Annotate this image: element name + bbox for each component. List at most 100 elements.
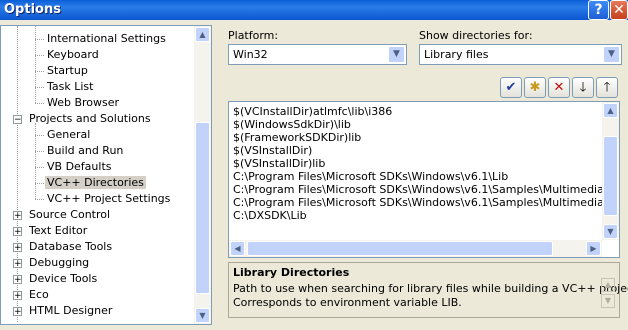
delete-button[interactable]: ✕ [548, 77, 570, 98]
tree-item-label: Projects and Solutions [29, 112, 151, 125]
show-directories-label: Show directories for: [419, 29, 533, 42]
tree-item-label: HTML Designer [29, 304, 113, 317]
close-button[interactable]: ✕ [610, 0, 628, 20]
tree-connector [35, 71, 44, 72]
tree-item-label: Text Editor [29, 224, 88, 237]
scroll-left-button[interactable]: ◀ [230, 241, 245, 256]
new-line-button[interactable]: ✱ [524, 77, 546, 98]
tree-item[interactable]: Debugging [27, 255, 91, 271]
tree-item[interactable]: Database Tools [27, 239, 114, 255]
tree-connector [35, 103, 44, 104]
tree-item-label: VC++ Project Settings [47, 192, 171, 205]
directory-entry[interactable]: C:\DXSDK\Lib [233, 209, 307, 222]
tree-item-label: Source Control [29, 208, 111, 221]
tree-item-label: Startup [47, 64, 88, 77]
expand-icon[interactable]: + [13, 275, 22, 285]
dirs-horizontal-scrollbar[interactable]: ◀ ▶ [229, 240, 602, 257]
directory-entry[interactable]: $(WindowsSdkDir)\lib [233, 118, 351, 131]
expand-icon[interactable]: + [13, 211, 22, 221]
window-title: Options [4, 2, 61, 17]
expand-icon[interactable]: + [13, 291, 22, 301]
description-line: Path to use when searching for library f… [233, 282, 628, 295]
tree-item[interactable]: Device Tools [27, 271, 99, 287]
help-button[interactable]: ? [588, 0, 609, 20]
tree-item[interactable]: Projects and Solutions [27, 111, 153, 127]
directory-entry[interactable]: $(VCInstallDir)atlmfc\lib\i386 [233, 105, 392, 118]
scroll-up-button[interactable]: ▲ [195, 27, 210, 42]
directory-entry[interactable]: $(FrameworkSDKDir)lib [233, 131, 361, 144]
expand-icon[interactable]: + [13, 259, 22, 269]
description-panel: Library Directories Path to use when sea… [228, 262, 628, 318]
move-down-button[interactable]: 🡓 [572, 77, 594, 98]
tree-vertical-scrollbar[interactable]: ▲ ▼ [194, 26, 211, 324]
tree-item-label: International Settings [47, 32, 166, 45]
tree-item[interactable]: VC++ Directories [45, 175, 146, 191]
tree-item[interactable]: Keyboard [45, 47, 101, 63]
tree-item-label: General [47, 128, 91, 141]
tree-item-label: VB Defaults [47, 160, 112, 173]
scroll-up-button[interactable]: ▲ [601, 278, 615, 292]
scroll-right-button[interactable]: ▶ [586, 241, 601, 256]
tree-item-label: Web Browser [47, 96, 120, 109]
tree-item[interactable]: General [45, 127, 92, 143]
expand-icon[interactable]: + [13, 227, 22, 237]
tree-item[interactable]: Source Control [27, 207, 112, 223]
dirs-vertical-scrollbar[interactable]: ▲ ▼ [602, 102, 619, 240]
tree-connector [35, 87, 44, 88]
tree-connector [35, 123, 36, 199]
tree-item[interactable]: VB Defaults [45, 159, 114, 175]
platform-select[interactable]: Win32 ▼ [228, 44, 407, 65]
expand-icon[interactable]: + [13, 243, 22, 253]
platform-label: Platform: [228, 29, 279, 42]
tree-connector [35, 199, 44, 200]
tree-item[interactable]: Task List [45, 79, 95, 95]
tree-item-label: Task List [47, 80, 94, 93]
tree-item[interactable]: Web Browser [45, 95, 121, 111]
directory-entry[interactable]: $(VSInstallDir) [233, 144, 312, 157]
tree-item[interactable]: HTML Designer [27, 303, 114, 319]
options-tree[interactable]: International Settings Keyboard Startup Tas… [0, 25, 212, 325]
tree-item[interactable]: Build and Run [45, 143, 125, 159]
tree-item-label: Keyboard [47, 48, 99, 61]
title-bar [0, 0, 628, 20]
tree-connector [35, 183, 44, 184]
directory-entry[interactable]: C:\Program Files\Microsoft SDKs\Windows\… [233, 170, 508, 183]
tree-item[interactable]: Eco [27, 287, 51, 303]
tree-connector [35, 39, 44, 40]
directories-list[interactable]: $(VCInstallDir)atlmfc\lib\i386 $(WindowsS… [228, 101, 620, 258]
tree-item-label: Device Tools [29, 272, 98, 285]
tree-item[interactable]: International Settings [45, 31, 168, 47]
tree-item-label: Eco [29, 288, 49, 301]
collapse-icon[interactable]: − [13, 115, 22, 125]
description-title: Library Directories [233, 266, 350, 279]
tree-item-label: VC++ Directories [45, 176, 146, 189]
chevron-down-icon[interactable]: ▼ [603, 46, 620, 63]
description-line: Corresponds to environment variable LIB. [233, 296, 462, 309]
chevron-down-icon[interactable]: ▼ [388, 46, 405, 63]
tree-connector [35, 135, 44, 136]
scroll-up-button[interactable]: ▲ [603, 103, 618, 118]
directory-entry[interactable]: C:\Program Files\Microsoft SDKs\Windows\… [233, 183, 619, 196]
move-up-button[interactable]: 🡑 [596, 77, 618, 98]
tree-item[interactable]: Text Editor [27, 223, 89, 239]
tree-connector [35, 26, 36, 103]
directory-entry[interactable]: $(VSInstallDir)lib [233, 157, 325, 170]
tree-item[interactable]: Startup [45, 63, 90, 79]
expand-icon[interactable]: + [13, 307, 22, 317]
show-directories-select[interactable]: Library files ▼ [419, 44, 622, 65]
directory-entry[interactable]: C:\Program Files\Microsoft SDKs\Windows\… [233, 196, 619, 209]
tree-connector [35, 167, 44, 168]
scroll-down-button[interactable]: ▼ [195, 308, 210, 323]
scroll-thumb[interactable] [603, 136, 618, 216]
scroll-thumb[interactable] [195, 122, 210, 294]
tree-item[interactable]: VC++ Project Settings [45, 191, 172, 207]
platform-value: Win32 [233, 48, 268, 61]
tree-item-label: Database Tools [29, 240, 113, 253]
tree-connector [35, 151, 44, 152]
scroll-thumb[interactable] [247, 241, 553, 256]
scroll-down-button[interactable]: ▼ [603, 224, 618, 239]
scroll-down-button[interactable]: ▼ [601, 294, 615, 308]
tree-item-label: Build and Run [47, 144, 124, 157]
check-button[interactable]: ✔ [500, 77, 522, 98]
show-directories-value: Library files [424, 48, 489, 61]
